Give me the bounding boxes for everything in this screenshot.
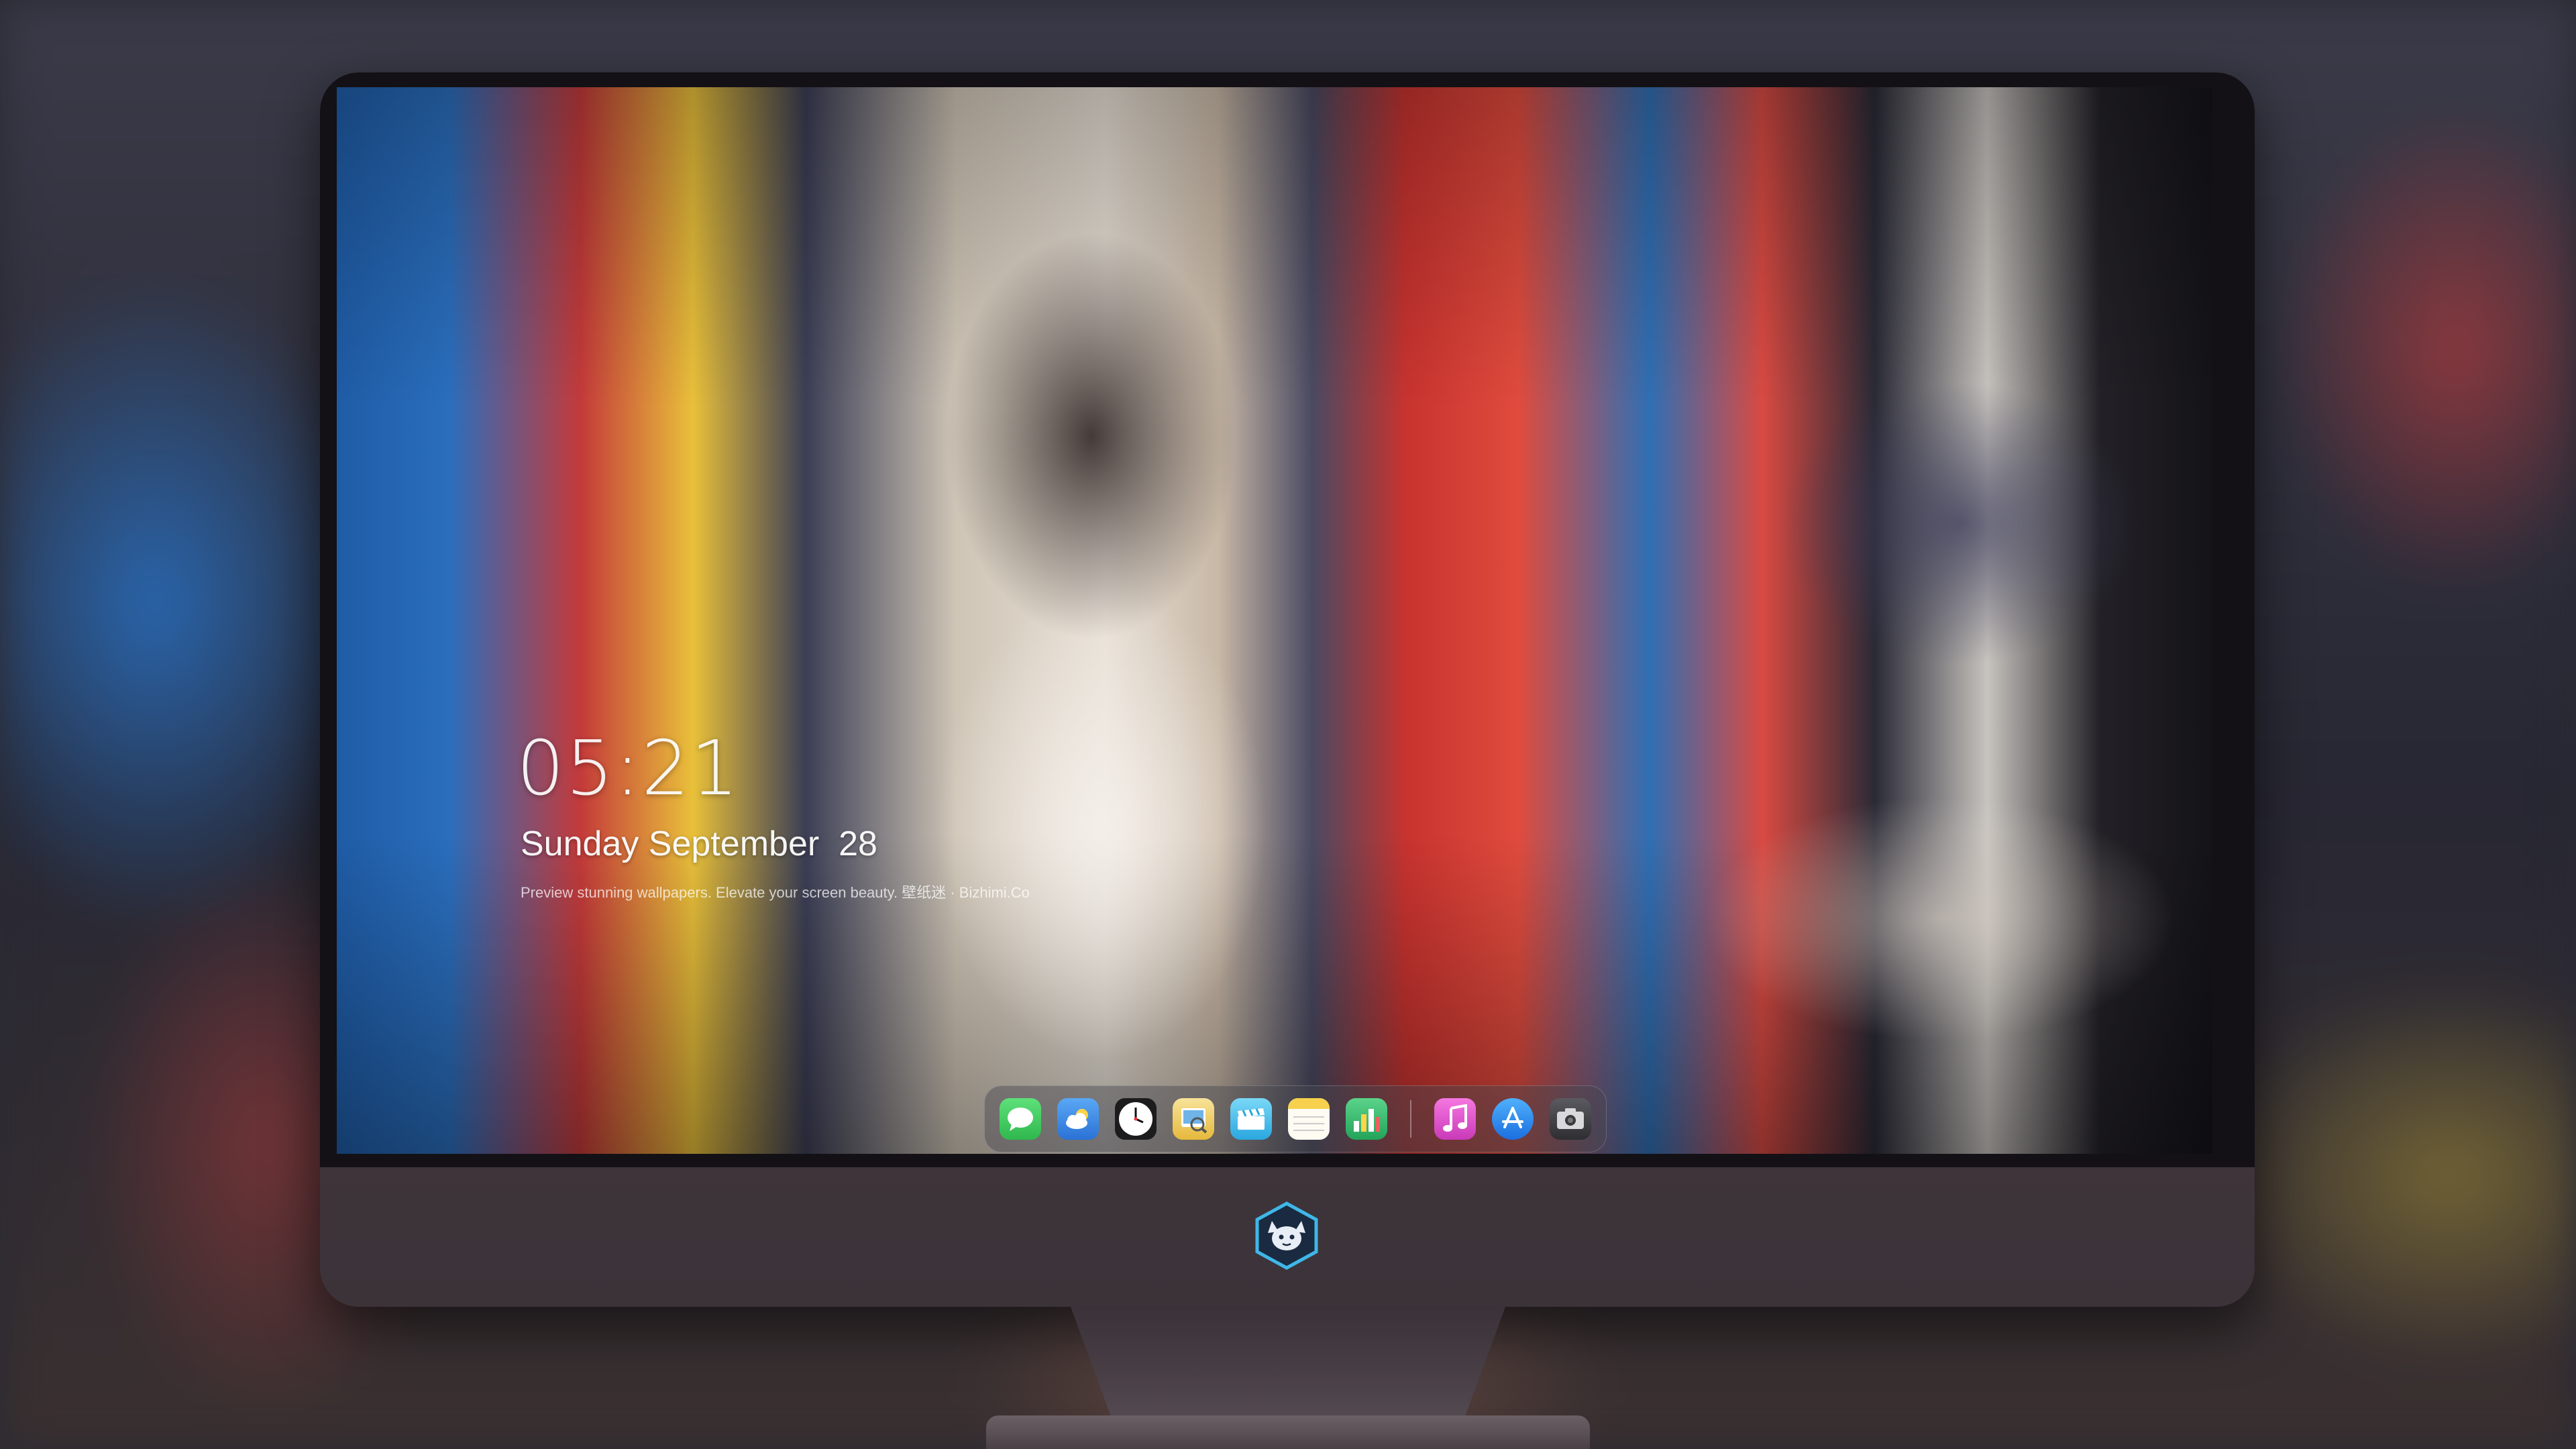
- lock-screen[interactable]: [337, 87, 2212, 1154]
- lock-screen-date: Sunday September 28: [521, 824, 877, 863]
- weather-icon[interactable]: [1057, 1098, 1099, 1140]
- lock-screen-time: 05:21: [517, 725, 740, 812]
- camera-icon[interactable]: [1550, 1098, 1591, 1140]
- numbers-icon[interactable]: [1346, 1098, 1387, 1140]
- clock-icon[interactable]: [1115, 1098, 1157, 1140]
- app-store-icon[interactable]: [1492, 1098, 1534, 1140]
- fox-mascot-logo-icon: [1255, 1201, 1318, 1270]
- monitor-stand-base: [986, 1415, 1590, 1449]
- notes-icon[interactable]: [1288, 1098, 1330, 1140]
- messages-icon[interactable]: [1000, 1098, 1041, 1140]
- dock-separator: [1410, 1100, 1411, 1138]
- dock: [984, 1085, 1607, 1152]
- clips-icon[interactable]: [1230, 1098, 1272, 1140]
- lock-screen-tagline: Preview stunning wallpapers. Elevate you…: [521, 884, 1030, 901]
- preview-icon[interactable]: [1173, 1098, 1214, 1140]
- music-icon[interactable]: [1434, 1098, 1476, 1140]
